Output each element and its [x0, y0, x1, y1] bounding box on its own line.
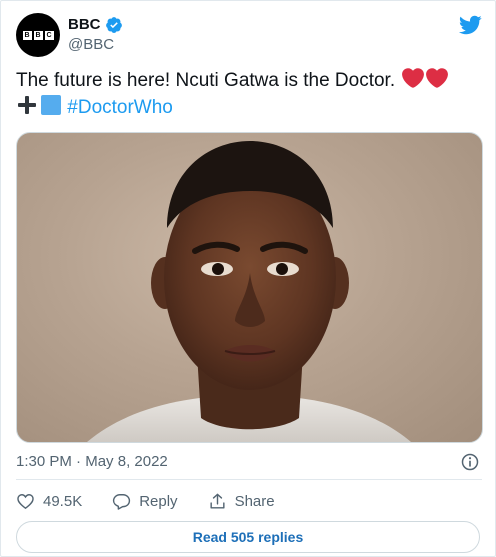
divider [16, 479, 482, 480]
heart-outline-icon [17, 493, 34, 509]
tweet-photo[interactable] [16, 132, 483, 443]
tweet-body: The future is here! Ncuti Gatwa is the D… [16, 70, 396, 91]
hashtag-link[interactable]: #DoctorWho [67, 97, 173, 118]
meta-separator: · [76, 453, 82, 470]
red-heart-emoji-icon [426, 68, 449, 88]
share-label: Share [234, 492, 275, 510]
verified-badge-icon [105, 17, 122, 33]
share-icon [210, 493, 225, 509]
tweet-text: The future is here! Ncuti Gatwa is the D… [16, 67, 482, 121]
tweet-actions: 49.5K Reply Share [16, 489, 305, 513]
handle[interactable]: @BBC [68, 35, 123, 55]
tweet-date[interactable]: May 8, 2022 [85, 453, 168, 470]
like-count: 49.5K [43, 492, 83, 510]
bbc-logo: B B C [22, 30, 54, 40]
display-name[interactable]: BBC [68, 15, 101, 35]
tweet-card: B B C BBC @BBC The future is here! Ncuti… [0, 0, 496, 557]
bbc-logo-letter-2: B [33, 30, 43, 40]
reply-button[interactable]: Reply [112, 492, 178, 511]
tweet-header: B B C BBC @BBC [16, 13, 482, 57]
tweet-time[interactable]: 1:30 PM [16, 453, 72, 470]
author-names: BBC @BBC [68, 15, 123, 55]
twitter-bird-icon[interactable] [458, 13, 482, 37]
avatar[interactable]: B B C [16, 13, 60, 57]
bbc-logo-letter-3: C [44, 30, 54, 40]
reply-label: Reply [139, 492, 178, 510]
bbc-logo-letter-1: B [22, 30, 32, 40]
reply-bubble-icon [113, 493, 131, 510]
read-replies-button[interactable]: Read 505 replies [16, 521, 480, 553]
plus-sign-emoji-icon [18, 96, 36, 114]
share-button[interactable]: Share [208, 492, 275, 511]
like-button[interactable]: 49.5K [16, 492, 82, 511]
red-heart-emoji-icon [402, 68, 425, 88]
blue-square-emoji-icon [41, 95, 61, 115]
info-icon[interactable] [460, 452, 480, 472]
tweet-meta: 1:30 PM · May 8, 2022 [16, 451, 482, 473]
portrait-image [87, 141, 411, 442]
